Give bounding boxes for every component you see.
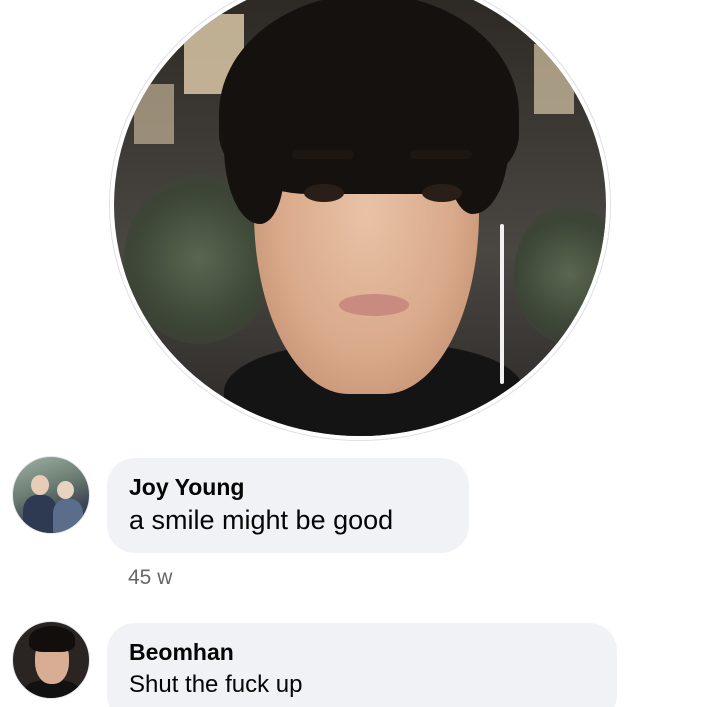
comment-bubble: Joy Young a smile might be good: [107, 458, 469, 553]
comment-author[interactable]: Joy Young: [129, 472, 445, 502]
profile-photo[interactable]: [110, 0, 610, 440]
photo-lips: [339, 294, 409, 316]
comment-author[interactable]: Beomhan: [129, 637, 593, 667]
comment-text: Shut the fuck up: [129, 671, 303, 698]
avatar[interactable]: [12, 621, 90, 699]
avatar[interactable]: [12, 456, 90, 534]
comment-timestamp[interactable]: 45 w: [128, 566, 172, 590]
comment-text: a smile might be good: [129, 505, 394, 535]
photo-hair: [219, 0, 519, 194]
comment-bubble: Beomhan Shut the fuck up: [107, 623, 617, 707]
earphone-cable: [500, 224, 504, 384]
